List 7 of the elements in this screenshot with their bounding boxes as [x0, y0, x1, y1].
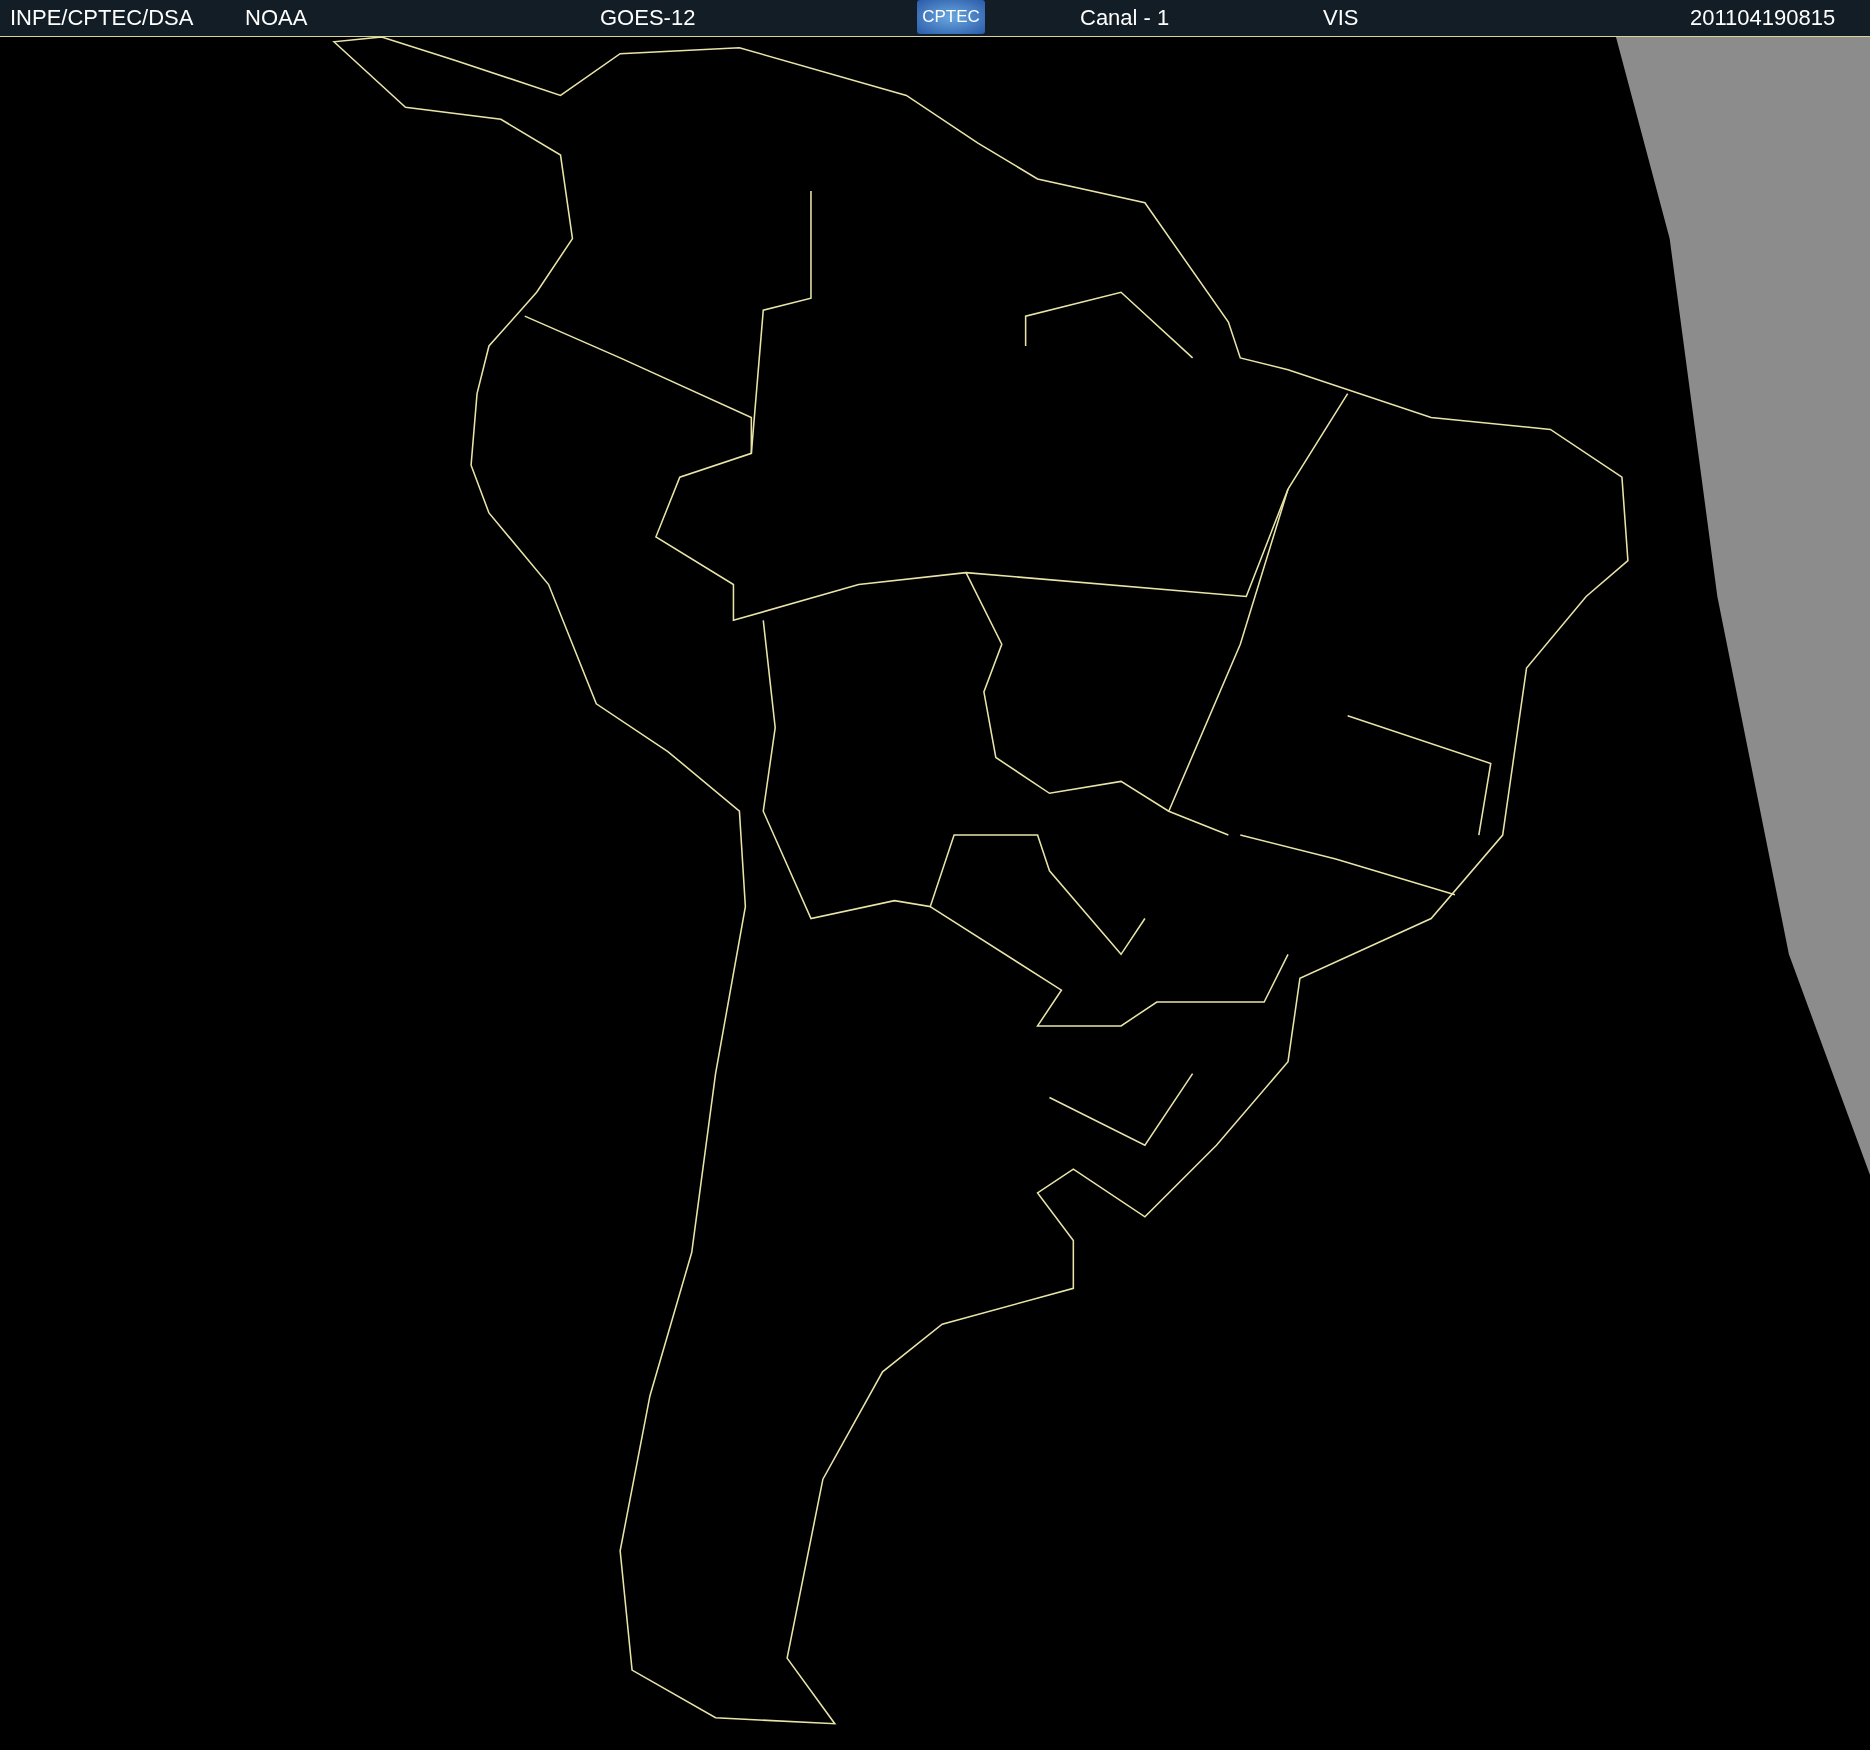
satellite-label: GOES-12 — [600, 5, 696, 31]
agency-label: INPE/CPTEC/DSA — [10, 5, 194, 31]
band-label: VIS — [1323, 5, 1359, 31]
timestamp-label: 201104190815 — [1690, 5, 1836, 31]
logo: CPTEC — [917, 0, 985, 34]
channel-label: Canal - 1 — [1080, 5, 1170, 31]
source-label: NOAA — [245, 5, 308, 31]
